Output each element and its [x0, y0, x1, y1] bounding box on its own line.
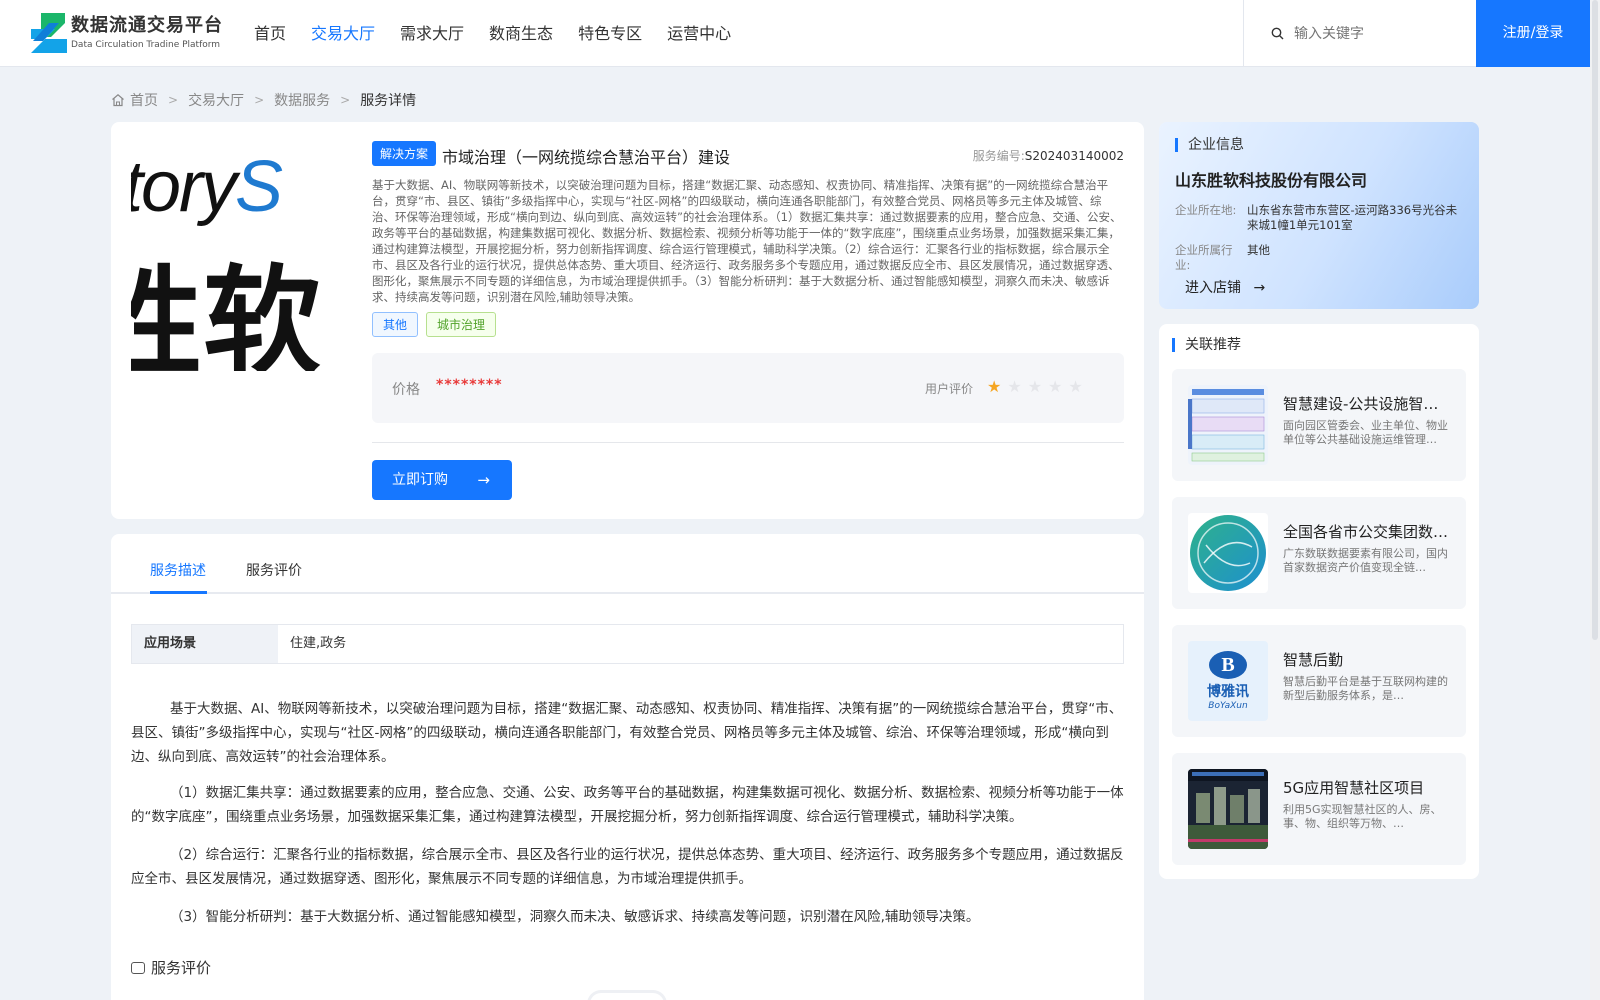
logo-title-cn: 数据流通交易平台	[71, 15, 223, 36]
scene-value: 住建,政务	[290, 636, 347, 651]
star-icon: ★	[1068, 377, 1083, 396]
empty-review-placeholder	[587, 990, 667, 1000]
product-image: ctoryS 胜软	[131, 146, 356, 371]
product-title: 市域治理（一网统揽综合慧治平台）建设	[442, 148, 731, 167]
arrow-right-icon: →	[1253, 280, 1266, 296]
enter-store-link[interactable]: 进入店铺 →	[1185, 277, 1265, 297]
recommend-item[interactable]: 全国各省市公交集团数据服务 广东数联数据要素有限公司，国内首家数据资产价值变现全…	[1172, 497, 1466, 609]
recommend-title: 智慧建设-公共设施智慧运维	[1283, 395, 1453, 413]
breadcrumb-home[interactable]: 首页	[130, 90, 158, 110]
company-industry: 企业所属行业: 其他	[1175, 243, 1270, 272]
product-card: ctoryS 胜软 解决方案 市域治理（一网统揽综合慧治平台）建设 服务编号:S…	[111, 122, 1144, 519]
breadcrumb: 首页 > 交易大厅 > 数据服务 > 服务详情	[111, 90, 416, 110]
recommend-desc: 面向园区管委会、业主单位、物业单位等公共基础设施运维管理…	[1283, 419, 1448, 446]
recommend-item[interactable]: 5G应用智慧社区项目 利用5G实现智慧社区的人、房、事、物、组织等万物、…	[1172, 753, 1466, 865]
chevron-right-icon: >	[168, 93, 179, 107]
nav-home[interactable]: 首页	[254, 0, 286, 67]
recommend-thumbnail	[1188, 769, 1268, 849]
platform-logo[interactable]: 数据流通交易平台 Data Circulation Tradine Platfo…	[29, 13, 223, 53]
recommend-desc: 智慧后勤平台是基于互联网构建的新型后勤服务体系，是…	[1283, 675, 1448, 702]
logo-title-en: Data Circulation Tradine Platform	[71, 40, 221, 50]
tag-city-governance[interactable]: 城市治理	[426, 312, 497, 337]
scene-label: 应用场景	[132, 625, 278, 663]
recommend-thumbnail	[1188, 513, 1268, 593]
home-icon	[112, 94, 124, 107]
company-section-title: 企业信息	[1175, 138, 1244, 152]
star-icon: ★	[1007, 377, 1022, 396]
login-register-button[interactable]: 注册/登录	[1476, 0, 1590, 67]
recommend-title: 5G应用智慧社区项目	[1283, 779, 1425, 797]
recommend-title: 全国各省市公交集团数据服务	[1283, 523, 1453, 541]
arrow-right-icon: →	[477, 471, 490, 489]
company-name: 山东胜软科技股份有限公司	[1175, 171, 1368, 190]
detail-tabs: 服务描述 服务评价	[111, 534, 1144, 594]
page-scrollbar[interactable]	[1590, 0, 1600, 1000]
recommend-desc: 广东数联数据要素有限公司，国内首家数据资产价值变现全链…	[1283, 547, 1448, 574]
star-icon: ★	[1048, 377, 1063, 396]
price-label: 价格	[392, 382, 420, 398]
price-panel: 价格 ******** 用户评价 ★ ★ ★ ★ ★	[372, 353, 1124, 423]
active-tab-indicator	[150, 591, 207, 594]
description-paragraph: （1）数据汇集共享：通过数据要素的应用，整合应急、交通、公安、政务等平台的基础数…	[131, 785, 1124, 825]
review-section-heading: 服务评价	[131, 957, 211, 978]
application-scene-row: 应用场景 住建,政务	[131, 624, 1124, 664]
product-description: 基于大数据、AI、物联网等新技术，以突破治理问题为目标，搭建“数据汇聚、动态感知…	[372, 178, 1122, 304]
tab-service-description[interactable]: 服务描述	[150, 560, 206, 580]
description-paragraph: （2）综合运行：汇聚各行业的指标数据，综合展示全市、县区及各行业的运行状况，提供…	[131, 847, 1124, 887]
star-icon: ★	[987, 377, 1002, 396]
service-detail-card: 服务描述 服务评价 应用场景 住建,政务 基于大数据、AI、物联网等新技术，以突…	[111, 534, 1144, 1000]
search-icon[interactable]	[1271, 27, 1284, 40]
divider	[372, 442, 1124, 443]
chevron-right-icon: >	[340, 93, 351, 107]
recommend-item[interactable]: 智慧建设-公共设施智慧运维 面向园区管委会、业主单位、物业单位等公共基础设施运维…	[1172, 369, 1466, 481]
rating-label: 用户评价	[925, 382, 974, 396]
comment-icon	[131, 961, 145, 974]
breadcrumb-current: 服务详情	[360, 93, 417, 109]
nav-demand-hall[interactable]: 需求大厅	[400, 0, 464, 67]
top-header: 数据流通交易平台 Data Circulation Tradine Platfo…	[0, 0, 1590, 67]
recommend-item[interactable]: B 博雅讯 BoYaXun 智慧后勤 智慧后勤平台是基于互联网构建的新型后勤服务…	[1172, 625, 1466, 737]
scrollbar-thumb[interactable]	[1592, 0, 1598, 640]
tag-other[interactable]: 其他	[372, 312, 419, 337]
description-paragraph: 基于大数据、AI、物联网等新技术，以突破治理问题为目标，搭建“数据汇聚、动态感知…	[131, 701, 1123, 765]
star-icon: ★	[1027, 377, 1043, 396]
chevron-right-icon: >	[254, 93, 265, 107]
recommend-thumbnail	[1188, 385, 1268, 465]
company-location: 企业所在地: 山东省东营市东营区-运河路336号光谷未来城1幢1单元101室	[1175, 203, 1458, 232]
search-input[interactable]	[1294, 25, 1464, 42]
recommend-thumbnail: B 博雅讯 BoYaXun	[1188, 641, 1268, 721]
solution-badge: 解决方案	[372, 141, 437, 166]
related-recommend-card: 关联推荐 智慧建设-公共设施智慧运维 面向园区管委会、业主单位、物业单位等公共基…	[1159, 324, 1479, 879]
nav-trading-hall[interactable]: 交易大厅	[311, 0, 375, 67]
recommend-desc: 利用5G实现智慧社区的人、房、事、物、组织等万物、…	[1283, 803, 1442, 830]
main-nav: 首页 交易大厅 需求大厅 数商生态 特色专区 运营中心	[254, 0, 756, 67]
nav-special-zone[interactable]: 特色专区	[578, 0, 642, 67]
rating-stars: ★ ★ ★ ★ ★	[987, 377, 1083, 396]
buy-now-button[interactable]: 立即订购 →	[372, 460, 512, 500]
breadcrumb-data-service[interactable]: 数据服务	[274, 90, 330, 110]
company-info-card: 企业信息 山东胜软科技股份有限公司 企业所在地: 山东省东营市东营区-运河路33…	[1159, 122, 1479, 309]
recommend-title: 智慧后勤	[1283, 651, 1344, 669]
service-number: 服务编号:S202403140002	[972, 149, 1124, 163]
nav-operations[interactable]: 运营中心	[667, 0, 731, 67]
price-value: ********	[436, 377, 503, 393]
breadcrumb-trading-hall[interactable]: 交易大厅	[188, 90, 244, 110]
nav-ecosystem[interactable]: 数商生态	[489, 0, 553, 67]
recommend-section-title: 关联推荐	[1172, 338, 1241, 352]
tab-service-review[interactable]: 服务评价	[246, 560, 302, 580]
search-box	[1243, 0, 1476, 67]
product-tags: 其他 城市治理	[372, 312, 497, 337]
description-paragraph: （3）智能分析研判：基于大数据分析、通过智能感知模型，洞察久而未决、敏感诉求、持…	[170, 909, 980, 925]
logo-icon	[29, 13, 67, 53]
